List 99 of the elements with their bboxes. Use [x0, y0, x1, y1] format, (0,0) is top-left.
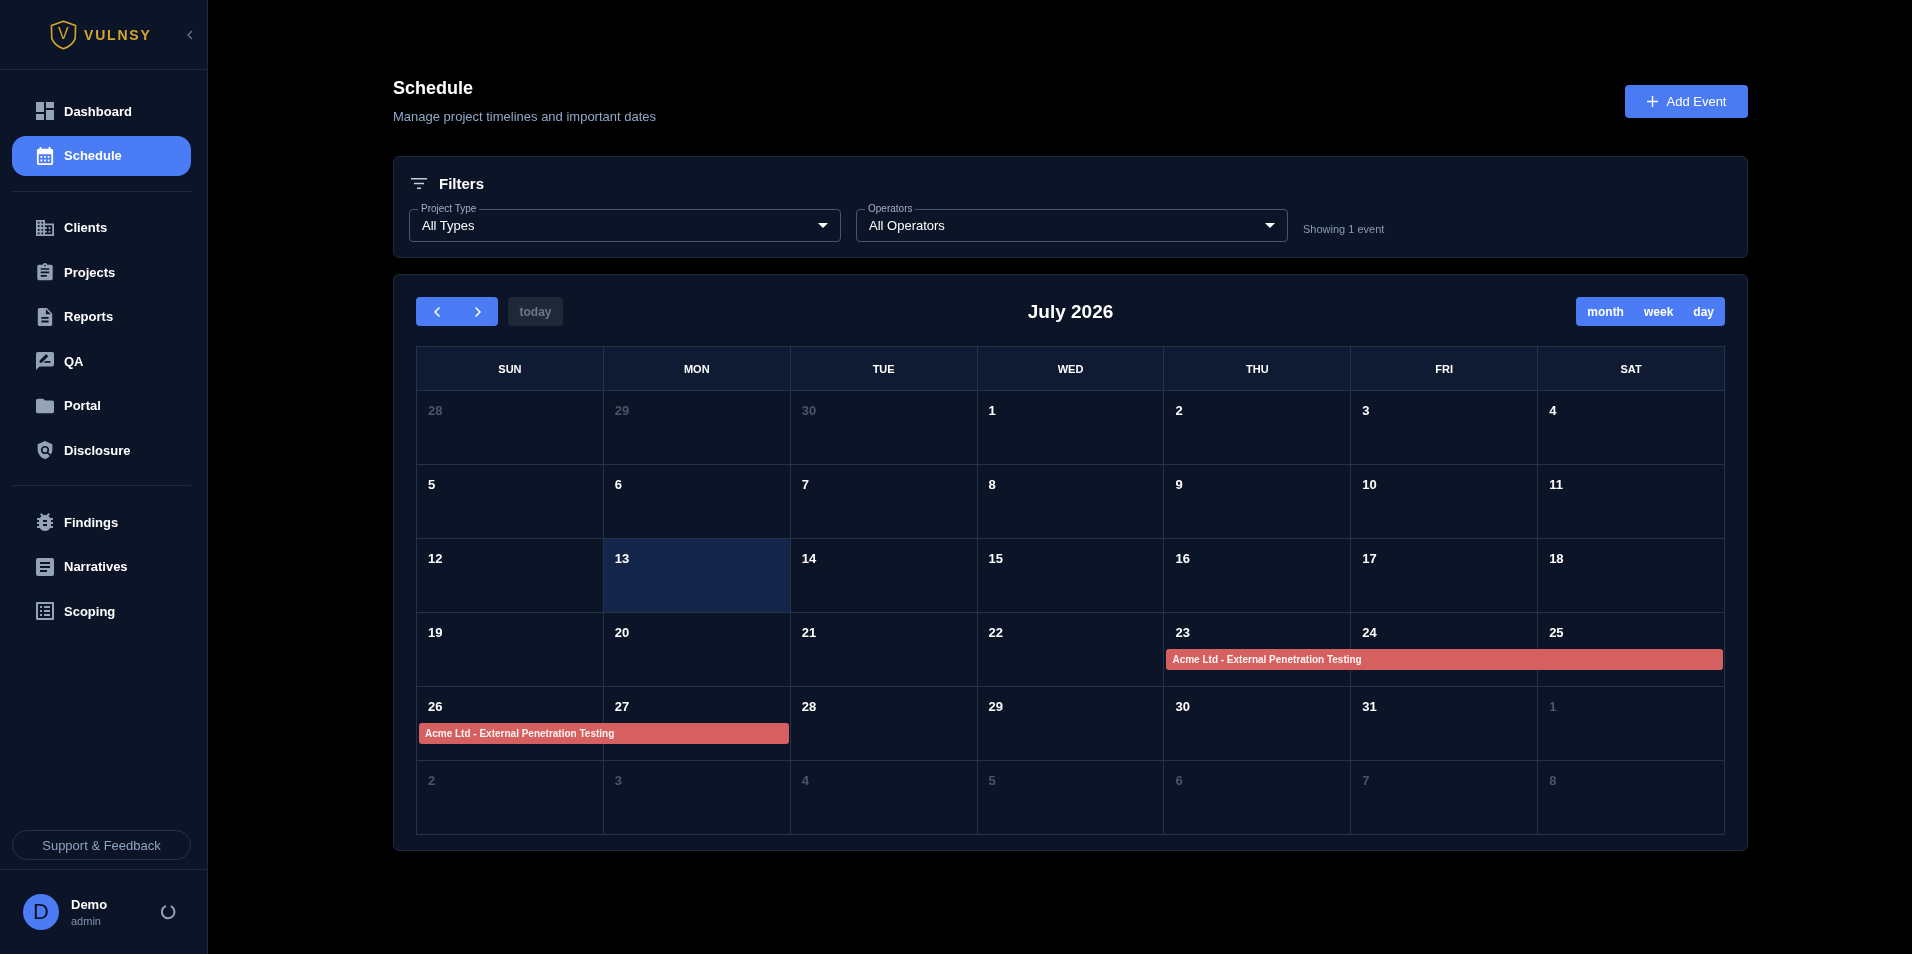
weekday-header: SUN	[417, 347, 604, 391]
day-number: 9	[1175, 477, 1183, 492]
chevron-left-icon[interactable]	[187, 29, 193, 40]
page-subtitle: Manage project timelines and important dates	[393, 109, 657, 125]
day-number: 1	[1549, 699, 1557, 714]
shield-icon	[50, 19, 77, 50]
day-number: 6	[614, 477, 623, 492]
day-number: 26	[428, 699, 443, 714]
brand-name: VULNSY	[84, 26, 152, 43]
day-number: 28	[801, 699, 817, 714]
day-number: 4	[801, 773, 809, 788]
document-icon	[36, 307, 54, 326]
day-number: 28	[428, 403, 443, 418]
day-number: 3	[1362, 403, 1370, 418]
next-button[interactable]	[457, 297, 498, 326]
day-number: 14	[801, 551, 817, 566]
day-number: 17	[1362, 551, 1377, 566]
day-number: 13	[614, 551, 630, 566]
sidebar-item[interactable]: Schedule	[12, 135, 191, 176]
day-number: 20	[614, 625, 630, 640]
sidebar-item[interactable]: QA	[12, 341, 191, 381]
spinner-icon	[160, 904, 176, 920]
day-number: 3	[614, 773, 623, 788]
list-icon	[36, 602, 54, 620]
page-title: Schedule	[393, 77, 475, 99]
day-number: 16	[1175, 551, 1190, 566]
day-number: 2	[428, 773, 436, 788]
weekday-header: MON	[603, 347, 791, 391]
result-count: Showing 1 event	[1303, 222, 1385, 235]
building-icon	[36, 218, 54, 237]
chevron-right-icon	[474, 306, 481, 317]
day-number: 24	[1362, 625, 1377, 640]
filter-icon	[411, 177, 427, 189]
caret-icon	[818, 222, 828, 228]
day-number: 15	[988, 551, 1004, 566]
day-number: 6	[1175, 773, 1183, 788]
caret-icon	[1265, 222, 1275, 228]
day-number: 7	[801, 477, 809, 492]
pen-message-icon	[36, 352, 54, 370]
day-number: 30	[801, 403, 817, 418]
filters-title: Filters	[439, 174, 484, 192]
day-number: 30	[1175, 699, 1190, 714]
view-button[interactable]: month	[1576, 297, 1634, 326]
view-button[interactable]: day	[1683, 297, 1725, 326]
day-number: 10	[1362, 477, 1377, 492]
calendar-icon	[36, 146, 54, 165]
plus-icon	[1646, 96, 1658, 107]
user-name: Demo	[71, 897, 108, 912]
select-field[interactable]: Project Type All Types	[409, 203, 841, 242]
sidebar-item[interactable]: Findings	[12, 502, 191, 542]
sidebar-item[interactable]: Disclosure	[12, 430, 191, 470]
event-bar[interactable]: Acme Ltd - External Penetration Testing	[1166, 649, 1723, 670]
select-field[interactable]: Operators All Operators	[856, 203, 1288, 242]
day-number: 19	[428, 625, 443, 640]
day-number: 1	[988, 403, 996, 418]
weekday-header: SAT	[1538, 347, 1725, 391]
day-number: 21	[801, 625, 817, 640]
weekday-header: TUE	[790, 347, 978, 391]
sidebar-item[interactable]: Reports	[12, 296, 191, 337]
day-number: 27	[614, 699, 630, 714]
day-number: 4	[1549, 403, 1557, 418]
sidebar-item[interactable]: Projects	[12, 252, 191, 292]
user-role: admin	[71, 915, 102, 927]
sidebar-item[interactable]: Portal	[12, 385, 191, 426]
sidebar-item[interactable]: Clients	[12, 207, 191, 248]
add-event-button[interactable]: Add Event	[1625, 85, 1748, 118]
day-number: 31	[1362, 699, 1377, 714]
shield-search-icon	[36, 441, 54, 459]
logo-letter: V	[58, 24, 69, 43]
day-number: 23	[1175, 625, 1190, 640]
chevron-left-icon	[433, 306, 440, 317]
day-number: 12	[428, 551, 443, 566]
day-number: 18	[1549, 551, 1564, 566]
day-number: 22	[988, 625, 1004, 640]
weekday-header: THU	[1164, 347, 1352, 391]
weekday-header: FRI	[1351, 347, 1539, 391]
weekday-header: WED	[977, 347, 1165, 391]
previous-button[interactable]	[416, 297, 457, 326]
day-number: 7	[1362, 773, 1370, 788]
day-number: 29	[614, 403, 630, 418]
article-icon	[36, 557, 54, 576]
day-number: 25	[1549, 625, 1564, 640]
day-number: 5	[988, 773, 996, 788]
user-avatar[interactable]: D	[23, 894, 59, 930]
day-number: 29	[988, 699, 1004, 714]
clipboard-icon	[36, 263, 54, 281]
day-number: 8	[988, 477, 996, 492]
calendar-title: July 2026	[1027, 300, 1114, 323]
dashboard-icon	[36, 102, 54, 120]
day-number: 5	[428, 477, 436, 492]
day-number: 11	[1549, 477, 1563, 492]
folder-icon	[36, 396, 54, 415]
sidebar-item[interactable]: Scoping	[12, 591, 191, 631]
day-number: 2	[1175, 403, 1183, 418]
bug-icon	[36, 513, 54, 531]
day-number: 8	[1549, 773, 1557, 788]
sidebar-item[interactable]: Dashboard	[12, 91, 191, 131]
view-button[interactable]: week	[1633, 297, 1684, 326]
sidebar-item[interactable]: Narratives	[12, 546, 191, 587]
